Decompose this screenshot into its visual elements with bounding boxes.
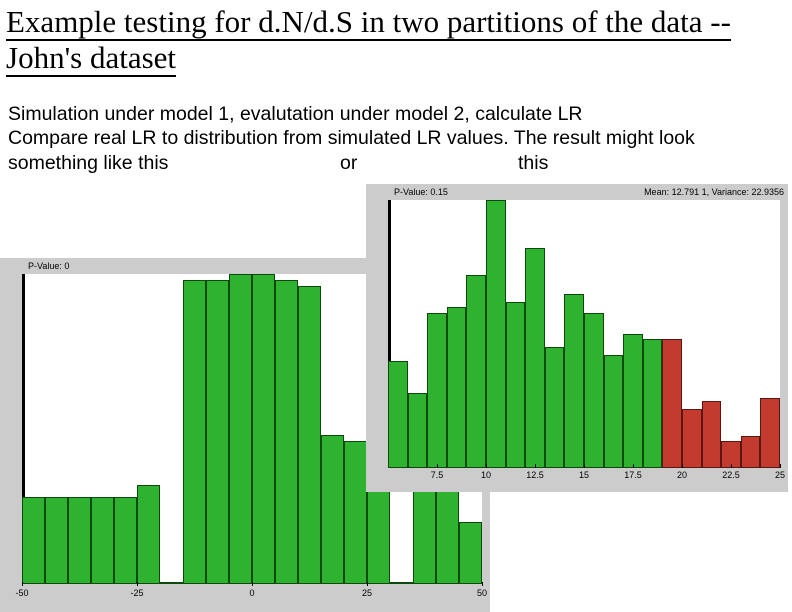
xtick-mark — [486, 464, 487, 468]
xtick-mark — [137, 582, 138, 586]
histogram-right-plot — [388, 200, 780, 468]
histogram-bar — [643, 339, 663, 468]
xtick-label: 20 — [677, 470, 687, 480]
histogram-bar — [682, 409, 702, 468]
xtick-mark — [437, 464, 438, 468]
xtick-mark — [682, 464, 683, 468]
xtick-label: 0 — [249, 588, 254, 598]
xtick-label: 17.5 — [624, 470, 642, 480]
title-line-2: John's dataset — [6, 40, 176, 75]
histogram-bar — [229, 274, 252, 584]
histogram-bar — [408, 393, 428, 468]
xtick-label: 10 — [481, 470, 491, 480]
histogram-bar — [68, 497, 91, 584]
histogram-left-xticks: -50-2502550 — [22, 586, 482, 604]
histogram-bar — [466, 275, 486, 468]
xtick-mark — [482, 582, 483, 586]
xtick-mark — [633, 464, 634, 468]
xtick-label: 12.5 — [526, 470, 544, 480]
histogram-bar — [741, 436, 761, 468]
histogram-bar — [662, 339, 682, 468]
histogram-bar — [506, 302, 526, 468]
histogram-bar — [160, 582, 183, 584]
histogram-bar — [252, 274, 275, 584]
pvalue-label-right: P-Value: 0.15 — [394, 184, 448, 200]
histogram-bar — [388, 361, 408, 468]
histogram-bar — [22, 497, 45, 584]
histogram-bar — [564, 294, 584, 468]
xtick-label: 15 — [579, 470, 589, 480]
page-title: Example testing for d.N/d.S in two parti… — [6, 4, 766, 75]
histogram-right-xticks: 7.51012.51517.52022.525 — [388, 468, 780, 486]
histogram-bar — [183, 280, 206, 584]
xtick-mark — [584, 464, 585, 468]
xtick-label: 7.5 — [431, 470, 444, 480]
histogram-bar — [206, 280, 229, 584]
xtick-mark — [780, 464, 781, 468]
histogram-bar — [604, 355, 624, 468]
histogram-bar — [525, 248, 545, 468]
histogram-bar — [760, 398, 780, 468]
histogram-bar — [702, 401, 722, 468]
xtick-mark — [731, 464, 732, 468]
description-block: Simulation under model 1, evalutation un… — [8, 102, 778, 175]
histogram-bar — [298, 286, 321, 584]
xtick-label: 25 — [362, 588, 372, 598]
histogram-right-header: P-Value: 0.15 Mean: 12.791 1, Variance: … — [366, 184, 788, 200]
xtick-label: -25 — [130, 588, 143, 598]
histogram-bar — [623, 334, 643, 468]
pvalue-label-left: P-Value: 0 — [28, 258, 69, 274]
histogram-bar — [545, 347, 565, 468]
title-line-1: Example testing for d.N/d.S in two parti… — [6, 4, 731, 39]
xtick-mark — [22, 582, 23, 586]
histogram-right: P-Value: 0.15 Mean: 12.791 1, Variance: … — [366, 184, 788, 492]
histogram-bar — [344, 441, 367, 584]
xtick-label: 50 — [477, 588, 487, 598]
histogram-bar — [427, 313, 447, 468]
label-this: this — [518, 152, 548, 175]
xtick-label: 22.5 — [722, 470, 740, 480]
histogram-bar — [321, 435, 344, 584]
histogram-bar — [91, 497, 114, 584]
xtick-mark — [535, 464, 536, 468]
xtick-label: 25 — [775, 470, 785, 480]
histogram-bar — [45, 497, 68, 584]
histogram-right-bars — [388, 200, 780, 468]
histogram-bar — [114, 497, 137, 584]
histogram-bar — [486, 200, 506, 468]
histogram-bar — [390, 582, 413, 584]
label-or: or — [340, 152, 357, 175]
stats-label-right: Mean: 12.791 1, Variance: 22.9356 — [644, 184, 784, 200]
body-line-3: something like this — [8, 152, 168, 174]
xtick-mark — [367, 582, 368, 586]
body-line-1: Simulation under model 1, evalutation un… — [8, 103, 583, 125]
xtick-label: -50 — [15, 588, 28, 598]
histogram-bar — [137, 485, 160, 584]
histogram-bar — [447, 307, 467, 468]
body-line-2: Compare real LR to distribution from sim… — [8, 127, 695, 149]
xtick-mark — [252, 582, 253, 586]
histogram-bar — [275, 280, 298, 584]
histogram-bar — [459, 522, 482, 584]
histogram-bar — [584, 313, 604, 468]
